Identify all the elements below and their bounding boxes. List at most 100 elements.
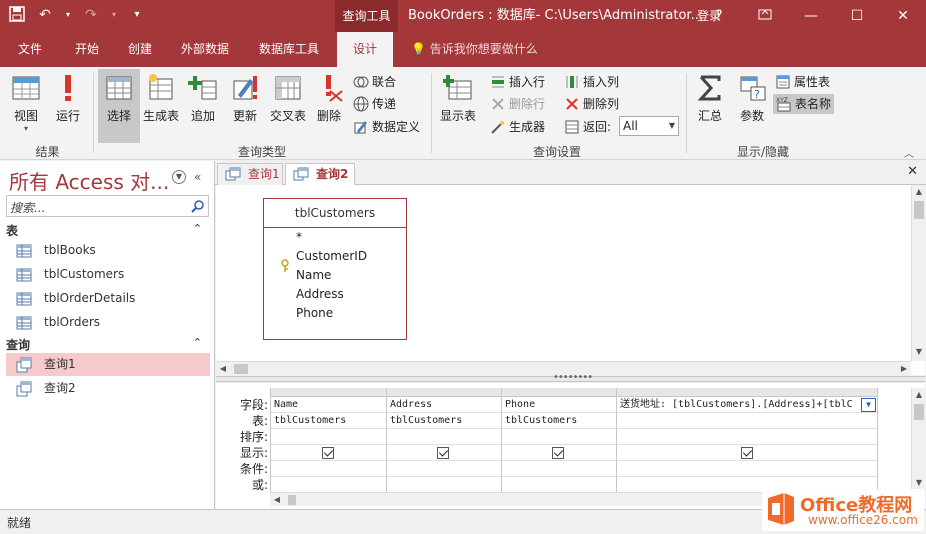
field-list-item[interactable]: Phone [296,306,333,320]
doc-tab-query2[interactable]: 查询2 [285,163,355,185]
scroll-right-icon[interactable]: ▶ [897,362,911,376]
collapse-section-icon[interactable]: ⌃ [193,336,202,349]
property-sheet-button[interactable]: 属性表 [775,72,830,92]
insert-row-button[interactable]: 插入行 [490,72,545,92]
save-icon[interactable] [8,6,26,24]
column-selector[interactable] [502,388,616,397]
nav-item-tblcustomers[interactable]: tblCustomers [6,263,210,286]
nav-pane-title[interactable]: 所有 Access 对... [9,166,169,195]
maximize-icon[interactable]: ☐ [834,0,880,32]
show-checkbox[interactable] [322,447,334,459]
or-cell[interactable] [387,477,501,493]
doc-tab-query1[interactable]: 查询1 [217,163,283,185]
search-icon[interactable] [191,199,205,213]
redo-dropdown-icon[interactable]: ▾ [110,6,118,24]
customize-qat-icon[interactable]: ▾ [128,6,146,24]
sort-cell[interactable] [617,429,877,445]
redo-icon[interactable]: ↷ [82,6,100,24]
tab-design[interactable]: 设计 [337,32,393,67]
or-cell[interactable] [271,477,386,493]
search-input[interactable]: 搜索... [10,199,45,216]
field-cell-expression[interactable]: 送货地址: [tblCustomers].[Address]+[tblC ▼ [617,397,877,413]
field-cell[interactable]: Phone [502,397,616,413]
collapse-ribbon-icon[interactable]: ︿ [904,145,914,160]
field-list-item[interactable]: Name [296,268,331,282]
show-cell[interactable] [502,445,616,461]
field-list-item[interactable]: Address [296,287,344,301]
grid-column[interactable]: Phone tblCustomers [502,388,617,493]
tab-file[interactable]: 文件 [0,32,60,67]
grid-vertical-scrollbar[interactable]: ▲ ▼ [911,388,925,492]
nav-item-query2[interactable]: 查询2 [6,377,210,400]
scroll-left-icon[interactable]: ◀ [216,362,230,376]
show-checkbox[interactable] [552,447,564,459]
nav-item-tblorders[interactable]: tblOrders [6,311,210,334]
collapse-section-icon[interactable]: ⌃ [193,222,202,235]
scroll-down-icon[interactable]: ▼ [912,476,926,490]
minimize-icon[interactable]: — [788,0,834,32]
nav-menu-icon[interactable]: ▼ [172,170,186,184]
field-cell[interactable]: Address [387,397,501,413]
table-cell[interactable] [617,413,877,429]
show-checkbox[interactable] [437,447,449,459]
select-query-button[interactable]: 选择 [98,69,140,143]
sort-cell[interactable] [271,429,386,445]
criteria-cell[interactable] [387,461,501,477]
column-selector[interactable] [271,388,386,397]
tab-home[interactable]: 开始 [60,32,114,67]
table-cell[interactable]: tblCustomers [387,413,501,429]
criteria-cell[interactable] [617,461,877,477]
chevron-down-icon[interactable]: ▼ [861,398,876,412]
sort-cell[interactable] [387,429,501,445]
table-cell[interactable]: tblCustomers [271,413,386,429]
undo-icon[interactable]: ↶ [36,6,54,24]
passthrough-button[interactable]: 传递 [353,94,396,114]
builder-button[interactable]: 生成器 [490,117,545,137]
grid-column-active[interactable]: 送货地址: [tblCustomers].[Address]+[tblC ▼ [617,388,878,493]
tab-external-data[interactable]: 外部数据 [166,32,244,67]
insert-column-button[interactable]: 插入列 [564,72,619,92]
append-button[interactable]: 追加 [184,73,222,124]
pane-splitter[interactable]: •••••••• [216,372,925,383]
show-cell[interactable] [271,445,386,461]
totals-button[interactable]: 汇总 [692,73,728,124]
field-expression-text[interactable]: 送货地址: [tblCustomers].[Address]+[tblC [620,399,853,410]
delete-column-button[interactable]: 删除列 [564,94,619,114]
view-button[interactable]: 视图 ▾ [6,73,46,133]
field-cell[interactable]: Name [271,397,386,413]
nav-search-box[interactable]: 搜索... [6,195,209,217]
nav-section-tables[interactable]: 表 ⌃ [6,222,210,238]
scroll-thumb[interactable] [914,201,924,219]
show-cell[interactable] [617,445,877,461]
or-cell[interactable] [502,477,616,493]
upper-vertical-scrollbar[interactable]: ▲ ▼ [911,185,925,361]
sort-cell[interactable] [502,429,616,445]
field-list-tblcustomers[interactable]: tblCustomers * CustomerID Name Address P… [263,198,407,340]
shutter-bar-close-icon[interactable]: « [194,170,201,184]
ribbon-display-options-icon[interactable] [742,0,788,32]
make-table-button[interactable]: 生成表 [142,73,180,124]
show-checkbox[interactable] [741,447,753,459]
show-cell[interactable] [387,445,501,461]
show-table-button[interactable]: 显示表 [437,73,479,124]
field-list-item[interactable]: * [296,230,302,244]
tell-me-box[interactable]: 💡 告诉我你想要做什么 [411,32,538,67]
column-selector[interactable] [617,388,877,397]
undo-dropdown-icon[interactable]: ▾ [64,6,72,24]
data-definition-button[interactable]: 数据定义 [353,117,420,137]
grid-column[interactable]: Name tblCustomers [271,388,387,493]
nav-item-tblorderdetails[interactable]: tblOrderDetails [6,287,210,310]
tab-database-tools[interactable]: 数据库工具 [244,32,334,67]
run-button[interactable]: 运行 [48,73,88,124]
nav-item-tblbooks[interactable]: tblBooks [6,239,210,262]
scroll-up-icon[interactable]: ▲ [912,388,926,402]
return-combo[interactable]: All ▼ [619,116,679,136]
close-icon[interactable]: ✕ [880,0,926,32]
parameters-button[interactable]: ? 参数 [732,73,772,124]
query-design-upper-pane[interactable]: tblCustomers * CustomerID Name Address P… [216,185,925,375]
field-list-title[interactable]: tblCustomers [264,199,406,228]
close-document-icon[interactable]: ✕ [907,164,918,179]
field-list-item[interactable]: CustomerID [296,249,367,263]
crosstab-button[interactable]: 交叉表 [268,73,308,124]
scroll-down-icon[interactable]: ▼ [912,345,926,359]
